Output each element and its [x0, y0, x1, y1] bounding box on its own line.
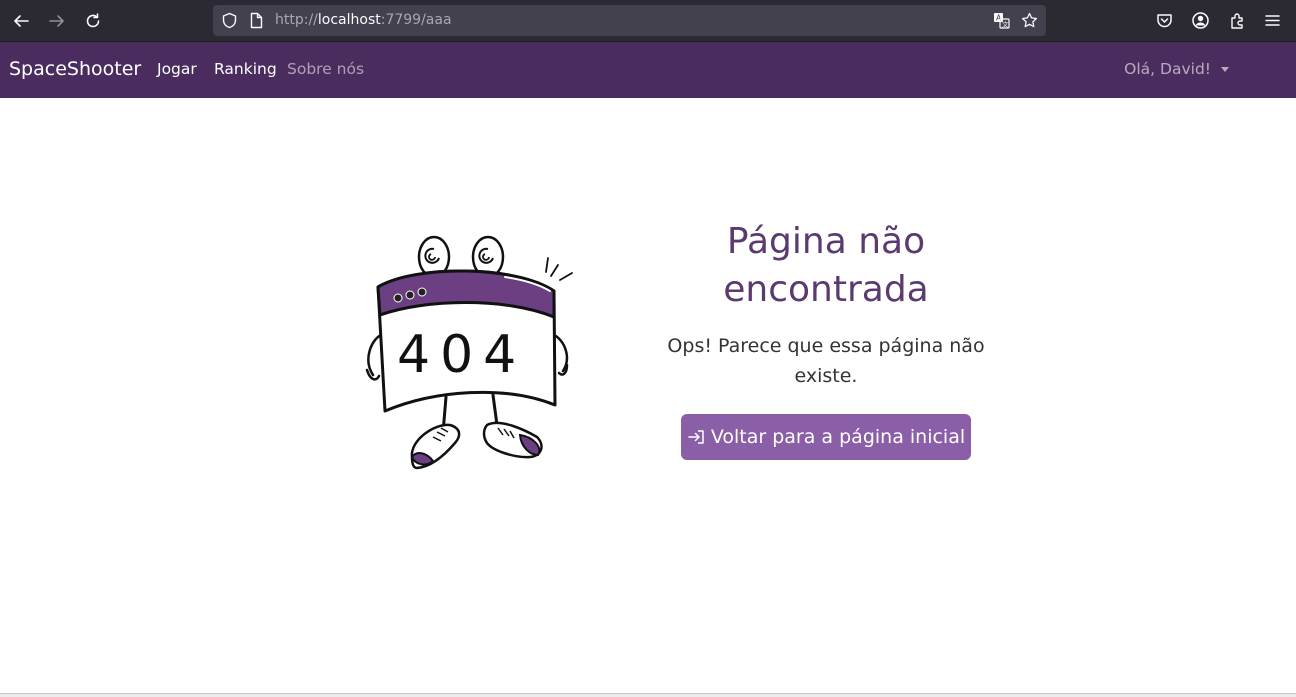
error-message: Ops! Parece que essa página não existe. — [667, 335, 985, 387]
reload-icon — [86, 13, 100, 28]
nav-link-ranking[interactable]: Ranking — [214, 59, 277, 79]
nav-link-sobre-nos[interactable]: Sobre nós — [287, 59, 364, 79]
page-icon — [250, 12, 263, 29]
extensions-icon[interactable] — [1228, 11, 1247, 30]
forward-button[interactable] — [45, 9, 69, 33]
url-text[interactable]: http://localhost:7799/aaa — [275, 12, 452, 29]
illustration-404-text: 404 — [397, 325, 526, 385]
translate-icon[interactable]: A文 — [993, 12, 1010, 29]
404-illustration: 404 — [365, 235, 573, 470]
svg-text:文: 文 — [1002, 20, 1009, 29]
hamburger-menu-icon[interactable] — [1263, 11, 1282, 30]
window-bottom-edge — [0, 693, 1296, 697]
caret-down-icon — [1221, 66, 1229, 72]
app-navbar: SpaceShooter Jogar Ranking Sobre nós Olá… — [0, 42, 1296, 98]
arrow-right-icon — [49, 15, 64, 27]
page-title: Página não encontrada — [723, 221, 929, 310]
account-icon[interactable] — [1191, 11, 1210, 30]
back-to-home-label: Voltar para a página inicial — [710, 426, 966, 448]
shield-icon[interactable] — [221, 12, 238, 29]
user-greeting: Olá, David! — [1124, 60, 1211, 78]
back-to-home-button[interactable]: Voltar para a página inicial — [681, 414, 971, 460]
brand-link[interactable]: SpaceShooter — [9, 57, 141, 81]
reload-button[interactable] — [81, 9, 105, 33]
back-button[interactable] — [9, 9, 33, 33]
url-scheme: http:// — [275, 12, 318, 28]
not-found-panel: Página não encontrada Ops! Parece que es… — [666, 218, 986, 460]
address-bar[interactable]: http://localhost:7799/aaa A文 — [213, 5, 1046, 36]
nav-link-jogar[interactable]: Jogar — [157, 59, 197, 79]
login-arrow-icon — [688, 430, 704, 444]
pocket-icon[interactable] — [1155, 11, 1174, 30]
arrow-left-icon — [14, 15, 29, 27]
star-icon[interactable] — [1021, 12, 1038, 29]
browser-toolbar: http://localhost:7799/aaa A文 — [0, 0, 1296, 42]
url-host: localhost — [317, 12, 381, 28]
user-dropdown[interactable]: Olá, David! — [1124, 59, 1229, 79]
url-path: :7799/aaa — [380, 12, 452, 28]
